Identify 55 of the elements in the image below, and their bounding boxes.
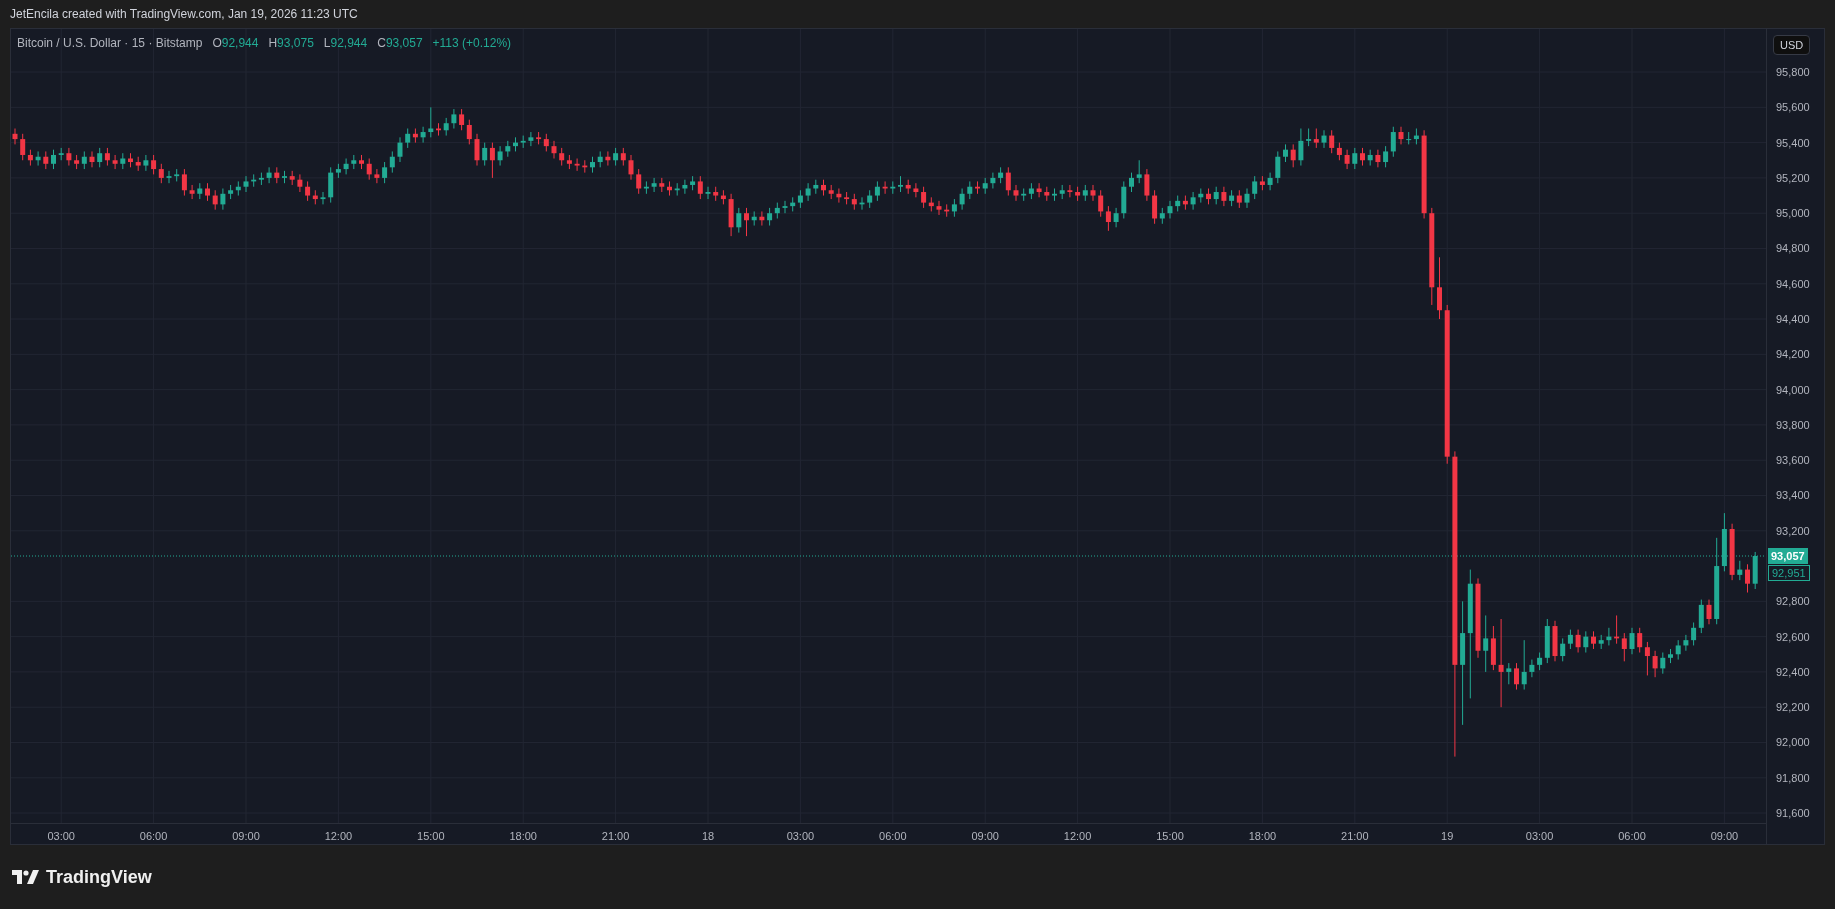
price-axis-label: 93,400 — [1776, 488, 1810, 504]
price-axis-label: 92,200 — [1776, 699, 1810, 715]
price-axis-label: 91,600 — [1776, 805, 1810, 821]
price-axis-label: 95,600 — [1776, 100, 1810, 116]
price-axis-label: 92,400 — [1776, 664, 1810, 680]
price-axis-label: 95,400 — [1776, 135, 1810, 151]
price-axis-label: 94,200 — [1776, 347, 1810, 363]
ohlc-label: H — [268, 35, 278, 52]
time-axis-label: 09:00 — [1710, 829, 1739, 844]
time-axis-label: 09:00 — [971, 829, 999, 844]
price-axis-label: 95,200 — [1776, 170, 1810, 186]
price-axis-label: 95,800 — [1776, 64, 1810, 80]
price-axis-label: 94,600 — [1776, 276, 1810, 292]
ohlc-value: 92,944 — [221, 35, 259, 52]
time-axis-label: 15:00 — [1156, 829, 1184, 844]
time-axis-label: 21:00 — [601, 829, 630, 844]
time-axis-label: 21:00 — [1341, 829, 1369, 844]
time-axis-label: 06:00 — [879, 829, 907, 844]
last-price-tag: 93,057 — [1768, 548, 1808, 564]
close-price-tag: 92,951 — [1768, 565, 1810, 581]
currency-button[interactable]: USD — [1773, 35, 1811, 55]
ohlc-value: 92,944 — [330, 35, 368, 52]
ohlc-label: C — [377, 35, 386, 52]
time-axis-label: 06:00 — [1618, 829, 1646, 844]
time-axis-label: 18:00 — [1248, 829, 1277, 844]
price-axis-label: 92,600 — [1776, 629, 1810, 645]
price-axis-label: 91,800 — [1776, 770, 1810, 786]
time-axis-label: 18 — [701, 829, 715, 844]
time-axis-label: 09:00 — [232, 829, 260, 844]
time-axis-label: 18:00 — [509, 829, 537, 844]
ohlc-value: 93,057 — [385, 35, 423, 52]
time-axis-label: 03:00 — [1525, 829, 1554, 844]
time-axis-label: 19 — [1441, 829, 1454, 844]
ohlc-label: L — [323, 35, 331, 52]
price-axis-label: 94,000 — [1776, 382, 1810, 398]
price-axis-label: 92,000 — [1776, 735, 1810, 751]
time-axis-label: 12:00 — [324, 829, 353, 844]
price-axis-label: 93,200 — [1776, 523, 1810, 539]
ohlc-value: 93,075 — [277, 35, 314, 52]
symbol-title: Bitcoin / U.S. Dollar · 15 · Bitstamp — [17, 35, 203, 52]
time-axis-label: 15:00 — [417, 829, 445, 844]
price-axis-label: 94,400 — [1776, 311, 1810, 327]
brand-name: TradingView — [46, 865, 152, 889]
price-axis-label: 94,800 — [1776, 241, 1810, 257]
chart-caption: JetEncila created with TradingView.com, Jan 19, 2026 11:23 UTC — [10, 6, 358, 23]
price-axis-label: 93,800 — [1776, 417, 1810, 433]
price-axis-label: 92,800 — [1776, 594, 1810, 610]
time-axis-label: 03:00 — [47, 829, 75, 844]
ohlc-label: O — [212, 35, 222, 52]
price-change: +113 (+0.12%) — [432, 35, 512, 52]
price-axis-label: 93,600 — [1776, 452, 1810, 468]
time-axis-label: 06:00 — [139, 829, 168, 844]
time-axis-label: 03:00 — [786, 829, 815, 844]
time-axis-label: 12:00 — [1063, 829, 1092, 844]
price-axis-label: 95,000 — [1776, 205, 1810, 221]
